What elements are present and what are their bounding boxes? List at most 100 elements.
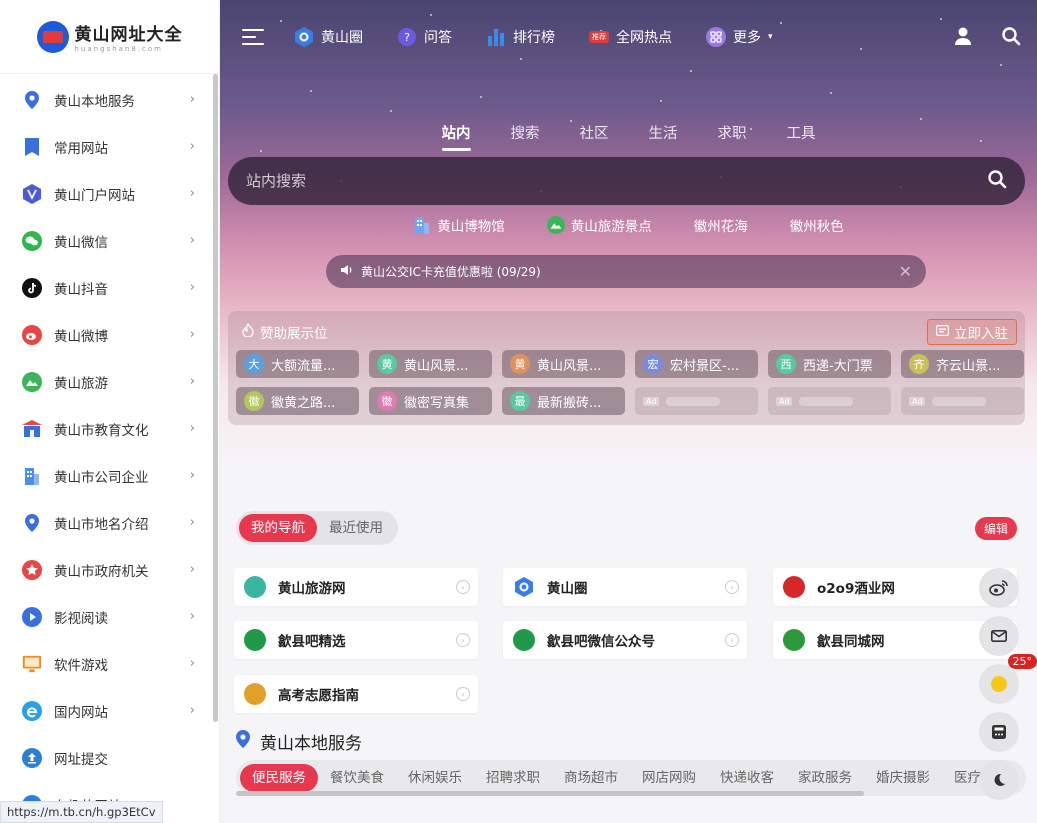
sponsor-item[interactable]: 齐齐云山景... [901,350,1024,378]
category-tab[interactable]: 商场超市 [552,764,630,792]
sponsor-label: 齐云山景... [936,358,1001,374]
sidebar-item-label: 黄山抖音 [54,281,108,298]
sponsor-ad-slot[interactable]: Ad [768,387,891,415]
category-tab[interactable]: 婚庆摄影 [864,764,942,792]
calculator-button[interactable] [979,712,1019,752]
sidebar-scrollbar[interactable] [213,74,218,722]
nav-card-label: 歙县吧微信公众号 [547,634,655,650]
sidebar-item[interactable]: 黄山抖音 › [0,264,219,311]
sidebar-item[interactable]: 黄山微博 › [0,311,219,358]
top-nav-全网热点[interactable]: 推荐 全网热点 [589,27,672,47]
top-nav-黄山圈[interactable]: 黄山圈 [294,27,363,47]
upload-icon [22,747,42,768]
search-tab[interactable]: 求职 [718,122,747,151]
nav-card[interactable]: 歙县吧精选 › [234,621,478,659]
my-nav-tab[interactable]: 最近使用 [317,514,395,542]
sponsor-ad-slot[interactable]: Ad [635,387,758,415]
close-icon[interactable]: ✕ [899,262,912,281]
search-tab[interactable]: 生活 [649,122,678,151]
sponsor-item[interactable]: 大大额流量... [236,350,359,378]
search-tab[interactable]: 工具 [787,122,816,151]
sponsor-item[interactable]: 徽徽黄之路... [236,387,359,415]
quick-link[interactable]: 徽州秋色 [790,215,844,235]
top-nav-label: 全网热点 [616,30,672,46]
search-tab[interactable]: 站内 [441,122,471,151]
logo-area[interactable]: 黄山网址大全 huangshan8.com [0,0,219,74]
sponsor-item[interactable]: 最最新搬砖... [502,387,625,415]
sidebar-item[interactable]: 黄山微信 › [0,217,219,264]
category-tab[interactable]: 家政服务 [786,764,864,792]
svg-text:?: ? [404,31,410,44]
sponsor-avatar: 最 [510,391,530,411]
menu-toggle-icon[interactable] [242,29,264,45]
sidebar-item[interactable]: 黄山市公司企业 › [0,452,219,499]
sponsor-item[interactable]: 黄黄山风景... [502,350,625,378]
notice-text[interactable]: 黄山公交IC卡充值优惠啦 (09/29) [361,263,899,280]
search-submit-icon[interactable] [987,169,1007,193]
building-icon [413,216,431,234]
category-tab[interactable]: 便民服务 [240,764,318,792]
search-input[interactable] [246,172,987,190]
top-nav-更多[interactable]: 更多 ▾ [706,27,773,47]
category-tab[interactable]: 招聘求职 [474,764,552,792]
sidebar-item[interactable]: 黄山市教育文化 › [0,405,219,452]
sponsor-item[interactable]: 徽徽密写真集 [369,387,492,415]
sidebar-item[interactable]: 常用网站 › [0,123,219,170]
search-tab[interactable]: 社区 [580,122,609,151]
category-tab[interactable]: 快递收客 [708,764,786,792]
status-url: https://m.tb.cn/h.gp3EtCv [0,801,163,823]
theme-toggle-button[interactable] [979,760,1019,800]
top-nav-问答[interactable]: ? 问答 [397,27,452,47]
sidebar-item[interactable]: 黄山市地名介绍 › [0,499,219,546]
local-section-title: 黄山本地服务 [260,734,362,754]
sidebar-item[interactable]: 黄山市政府机关 › [0,546,219,593]
sidebar-item[interactable]: 黄山门户网站 › [0,170,219,217]
message-button[interactable] [979,616,1019,656]
top-nav-排行榜[interactable]: 排行榜 [486,27,555,47]
my-nav-tab[interactable]: 我的导航 [239,514,317,542]
sidebar-item[interactable]: 影视阅读 › [0,593,219,640]
quick-link[interactable]: 徽州花海 [694,215,748,235]
sidebar-item[interactable]: 国内网站 › [0,687,219,734]
site-logo[interactable]: 黄山网址大全 huangshan8.com [36,20,183,53]
notice-bar[interactable]: 黄山公交IC卡充值优惠啦 (09/29) ✕ [326,255,926,288]
category-tab[interactable]: 餐饮美食 [318,764,396,792]
weibo-share-button[interactable] [979,568,1019,608]
sidebar: 黄山网址大全 huangshan8.com 黄山本地服务 › 常用网站 › 黄山门户网站… [0,0,220,823]
category-tab[interactable]: 休闲娱乐 [396,764,474,792]
edit-button[interactable]: 编辑 [974,517,1017,540]
weather-button[interactable]: 25° [979,654,1037,704]
sidebar-item[interactable]: 网址提交 [0,734,219,781]
sponsor-label: 最新搬砖... [537,395,602,411]
chevron-right-icon: › [456,633,470,647]
nav-card[interactable]: 高考志愿指南 › [234,675,478,713]
quick-link[interactable]: 黄山博物馆 [413,215,505,235]
search-icon[interactable] [999,24,1023,48]
nav-card[interactable]: 黄山圈 › [503,568,747,606]
logo-mark-icon [36,20,69,53]
sponsor-item[interactable]: 黄黄山风景... [369,350,492,378]
sidebar-item[interactable]: 黄山本地服务 › [0,76,219,123]
user-icon[interactable] [951,24,975,48]
top-nav-label: 更多 [733,30,761,46]
ad-placeholder [799,396,854,406]
nav-card[interactable]: 歙县吧微信公众号 › [503,621,747,659]
sidebar-item[interactable]: 软件游戏 › [0,640,219,687]
huangshan-travel-logo-icon [244,576,266,598]
sponsor-title: 赞助展示位 [260,326,328,342]
category-scrollbar[interactable] [236,791,864,796]
temperature-badge: 25° [1007,654,1037,669]
sponsor-item[interactable]: 西西递-大门票 [768,350,891,378]
sponsor-ad-slot[interactable]: Ad [901,387,1024,415]
join-button[interactable]: 立即入驻 [927,319,1017,345]
search-tab[interactable]: 搜索 [511,122,540,151]
ad-tag: Ad [643,396,660,406]
nav-card[interactable]: 黄山旅游网 › [234,568,478,606]
sponsor-label: 大额流量... [271,358,336,374]
sponsor-item[interactable]: 宏宏村景区-... [635,350,758,378]
quick-link[interactable]: 黄山旅游景点 [546,215,652,235]
top-bar: 黄山圈 ? 问答 排行榜 推荐 全网热点 更多 ▾ [220,0,1037,74]
join-label: 立即入驻 [954,326,1008,342]
category-tab[interactable]: 网店网购 [630,764,708,792]
sidebar-item[interactable]: 黄山旅游 › [0,358,219,405]
